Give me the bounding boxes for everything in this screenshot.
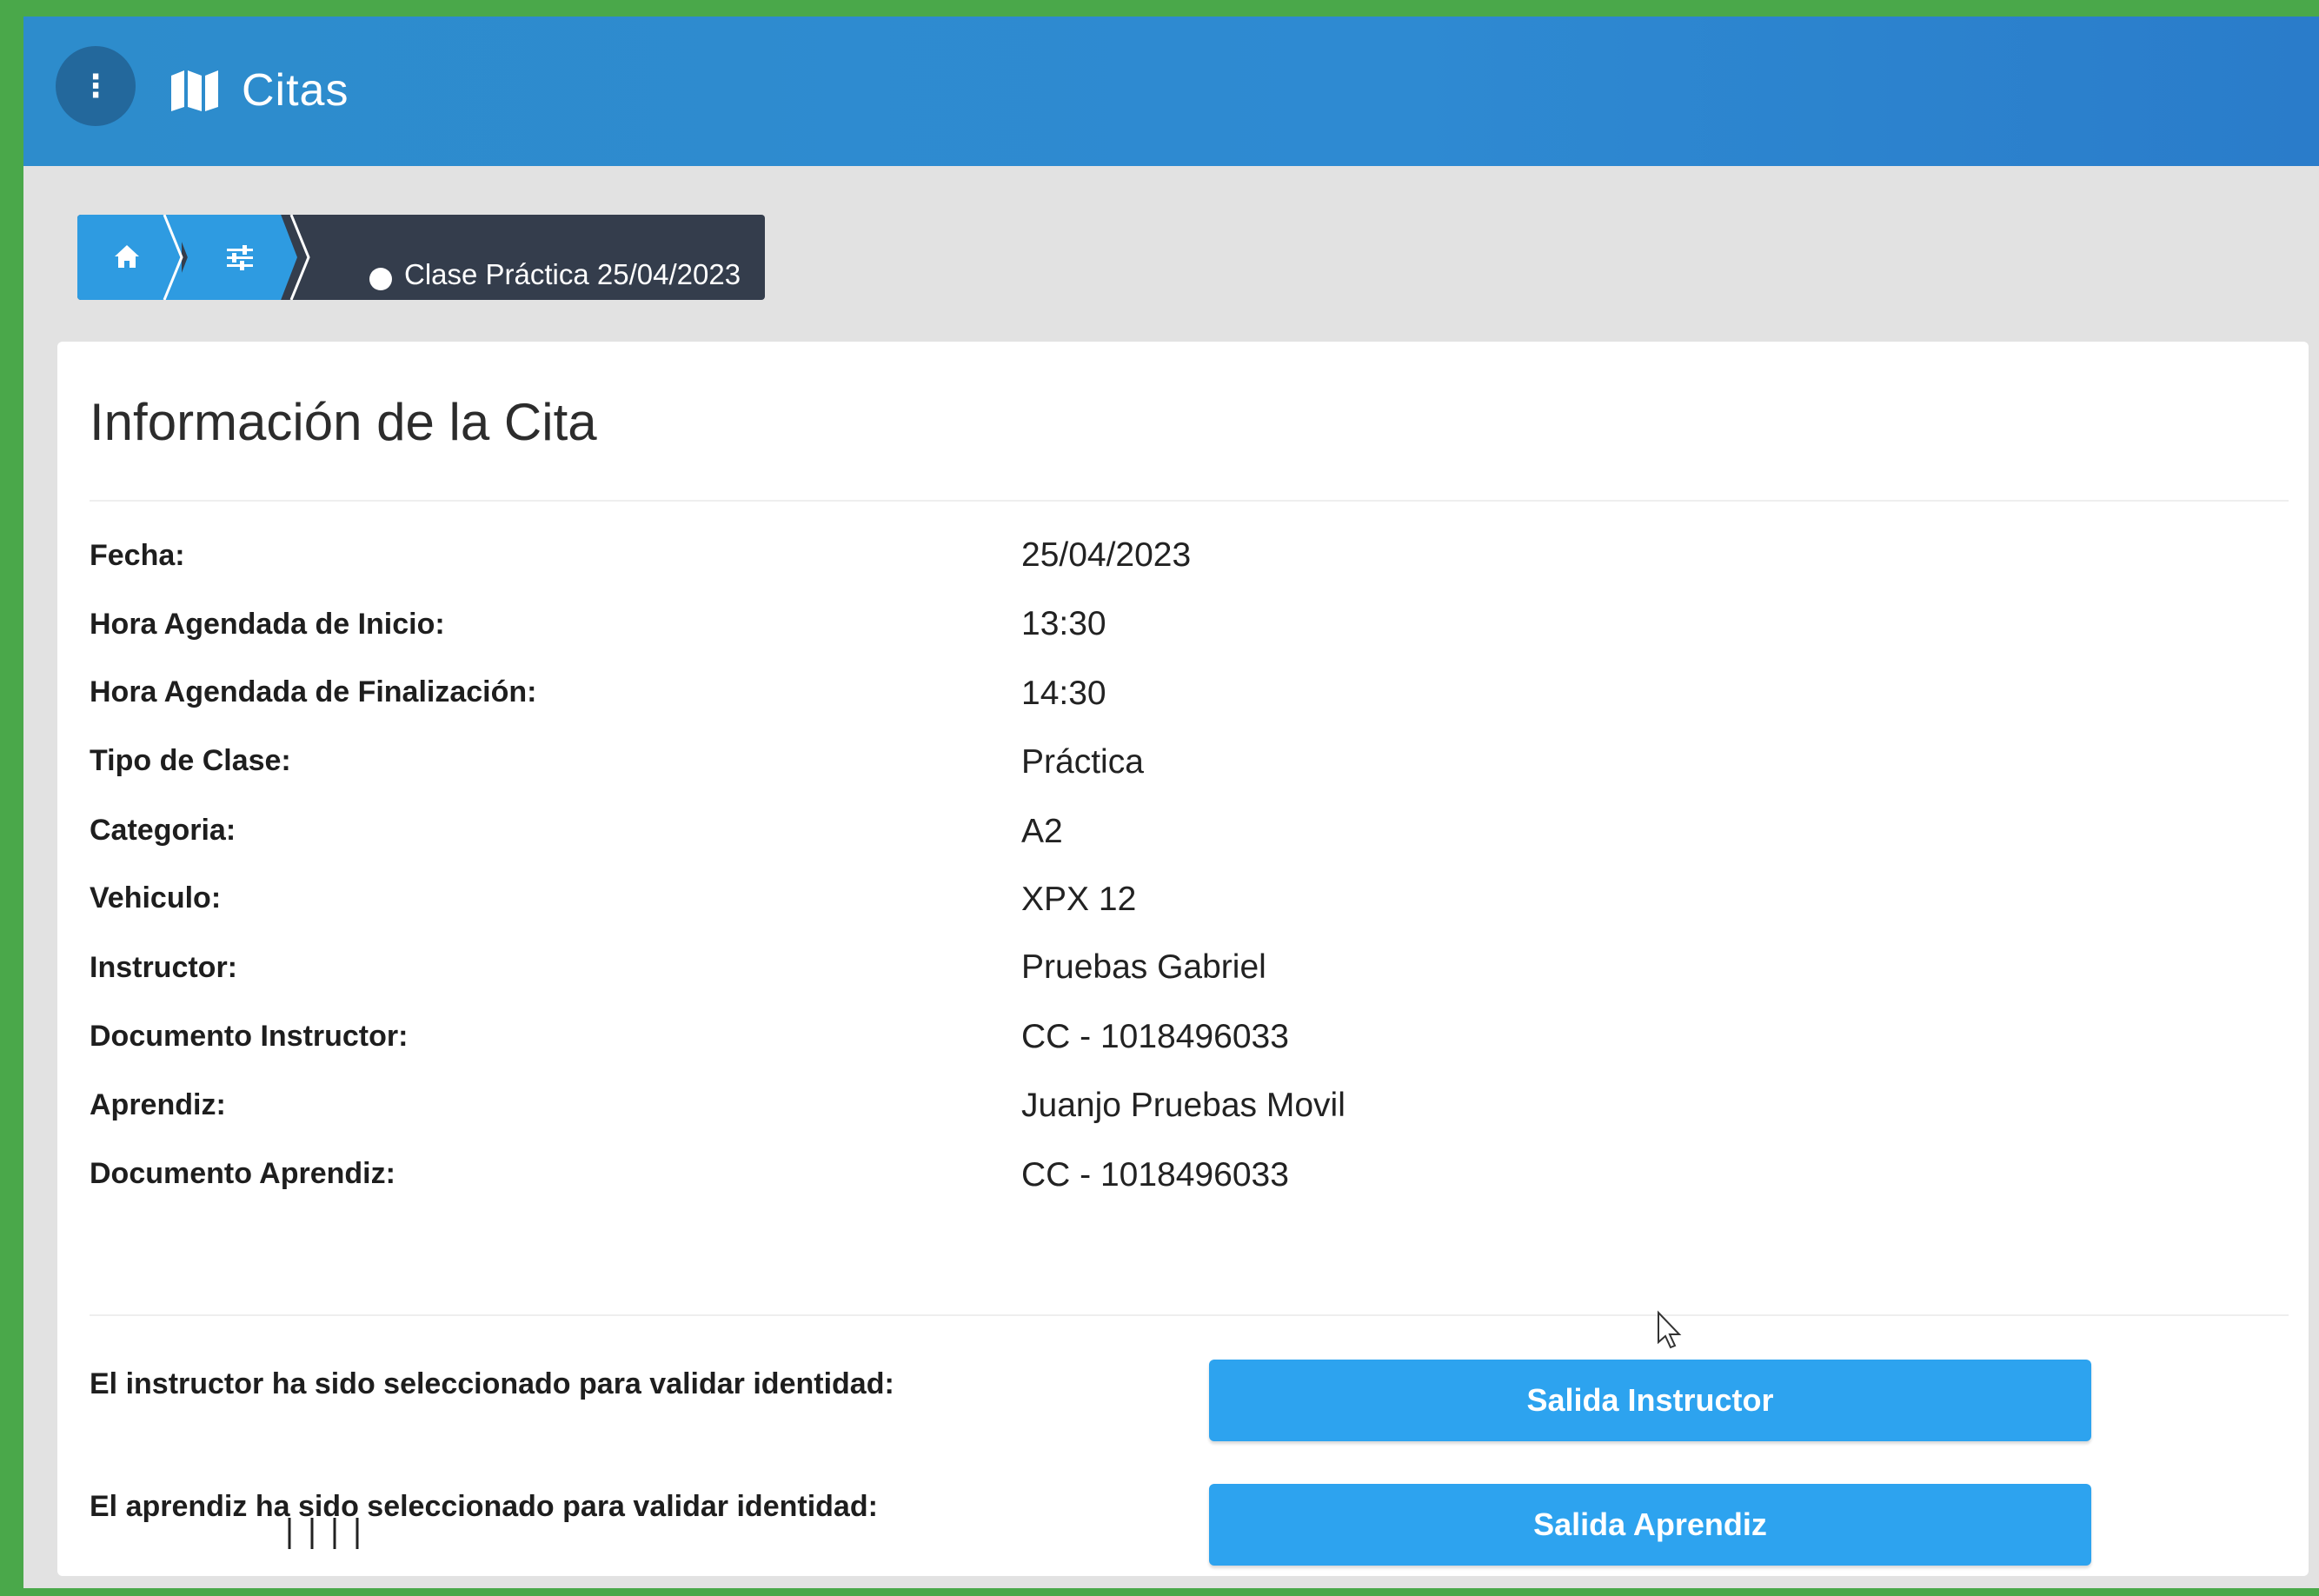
- aprendiz-validation-text: El aprendiz ha sido seleccionado para va…: [90, 1490, 878, 1523]
- salida-instructor-button[interactable]: Salida Instructor: [1209, 1360, 2091, 1441]
- field-value-fecha: 25/04/2023: [1021, 536, 1192, 574]
- field-value-hora-fin: 14:30: [1021, 675, 1106, 712]
- field-label-aprendiz: Aprendiz:: [90, 1088, 226, 1121]
- instructor-validation-text: El instructor ha sido seleccionado para …: [90, 1367, 894, 1400]
- field-value-documento-instructor: CC - 1018496033: [1021, 1018, 1289, 1055]
- more-vertical-icon[interactable]: ⋮: [56, 46, 136, 126]
- field-value-vehiculo: XPX 12: [1021, 881, 1137, 918]
- sliders-icon[interactable]: [225, 243, 255, 271]
- field-label-documento-instructor: Documento Instructor:: [90, 1020, 409, 1053]
- field-label-hora-fin: Hora Agendada de Finalización:: [90, 675, 537, 708]
- map-icon: [171, 70, 218, 111]
- breadcrumb-current: Clase Práctica 25/04/2023: [404, 258, 741, 290]
- field-label-tipo-clase: Tipo de Clase:: [90, 744, 291, 777]
- mouse-cursor-icon: [1658, 1310, 1682, 1349]
- breadcrumb-separator: [289, 215, 310, 300]
- field-value-aprendiz: Juanjo Pruebas Movil: [1021, 1087, 1346, 1124]
- field-value-categoria: A2: [1021, 813, 1063, 850]
- field-value-hora-inicio: 13:30: [1021, 605, 1106, 642]
- divider: [90, 1314, 2289, 1316]
- divider: [90, 500, 2289, 502]
- field-value-documento-aprendiz: CC - 1018496033: [1021, 1156, 1289, 1194]
- top-bar: ⋮ Citas: [23, 17, 2319, 166]
- home-icon[interactable]: [113, 243, 141, 270]
- field-label-vehiculo: Vehiculo:: [90, 881, 222, 914]
- field-label-documento-aprendiz: Documento Aprendiz:: [90, 1157, 395, 1190]
- circle-icon: [369, 268, 392, 290]
- salida-aprendiz-button[interactable]: Salida Aprendiz: [1209, 1484, 2091, 1566]
- field-label-instructor: Instructor:: [90, 951, 237, 984]
- field-label-fecha: Fecha:: [90, 539, 185, 572]
- field-label-categoria: Categoria:: [90, 814, 236, 847]
- field-value-instructor: Pruebas Gabriel: [1021, 948, 1266, 986]
- field-value-tipo-clase: Práctica: [1021, 743, 1144, 781]
- app-title: Citas: [242, 65, 349, 116]
- page-title: Información de la Cita: [90, 393, 597, 451]
- text-cursor-marks: [288, 1518, 359, 1549]
- field-label-hora-inicio: Hora Agendada de Inicio:: [90, 608, 445, 641]
- breadcrumb-separator: [163, 215, 183, 300]
